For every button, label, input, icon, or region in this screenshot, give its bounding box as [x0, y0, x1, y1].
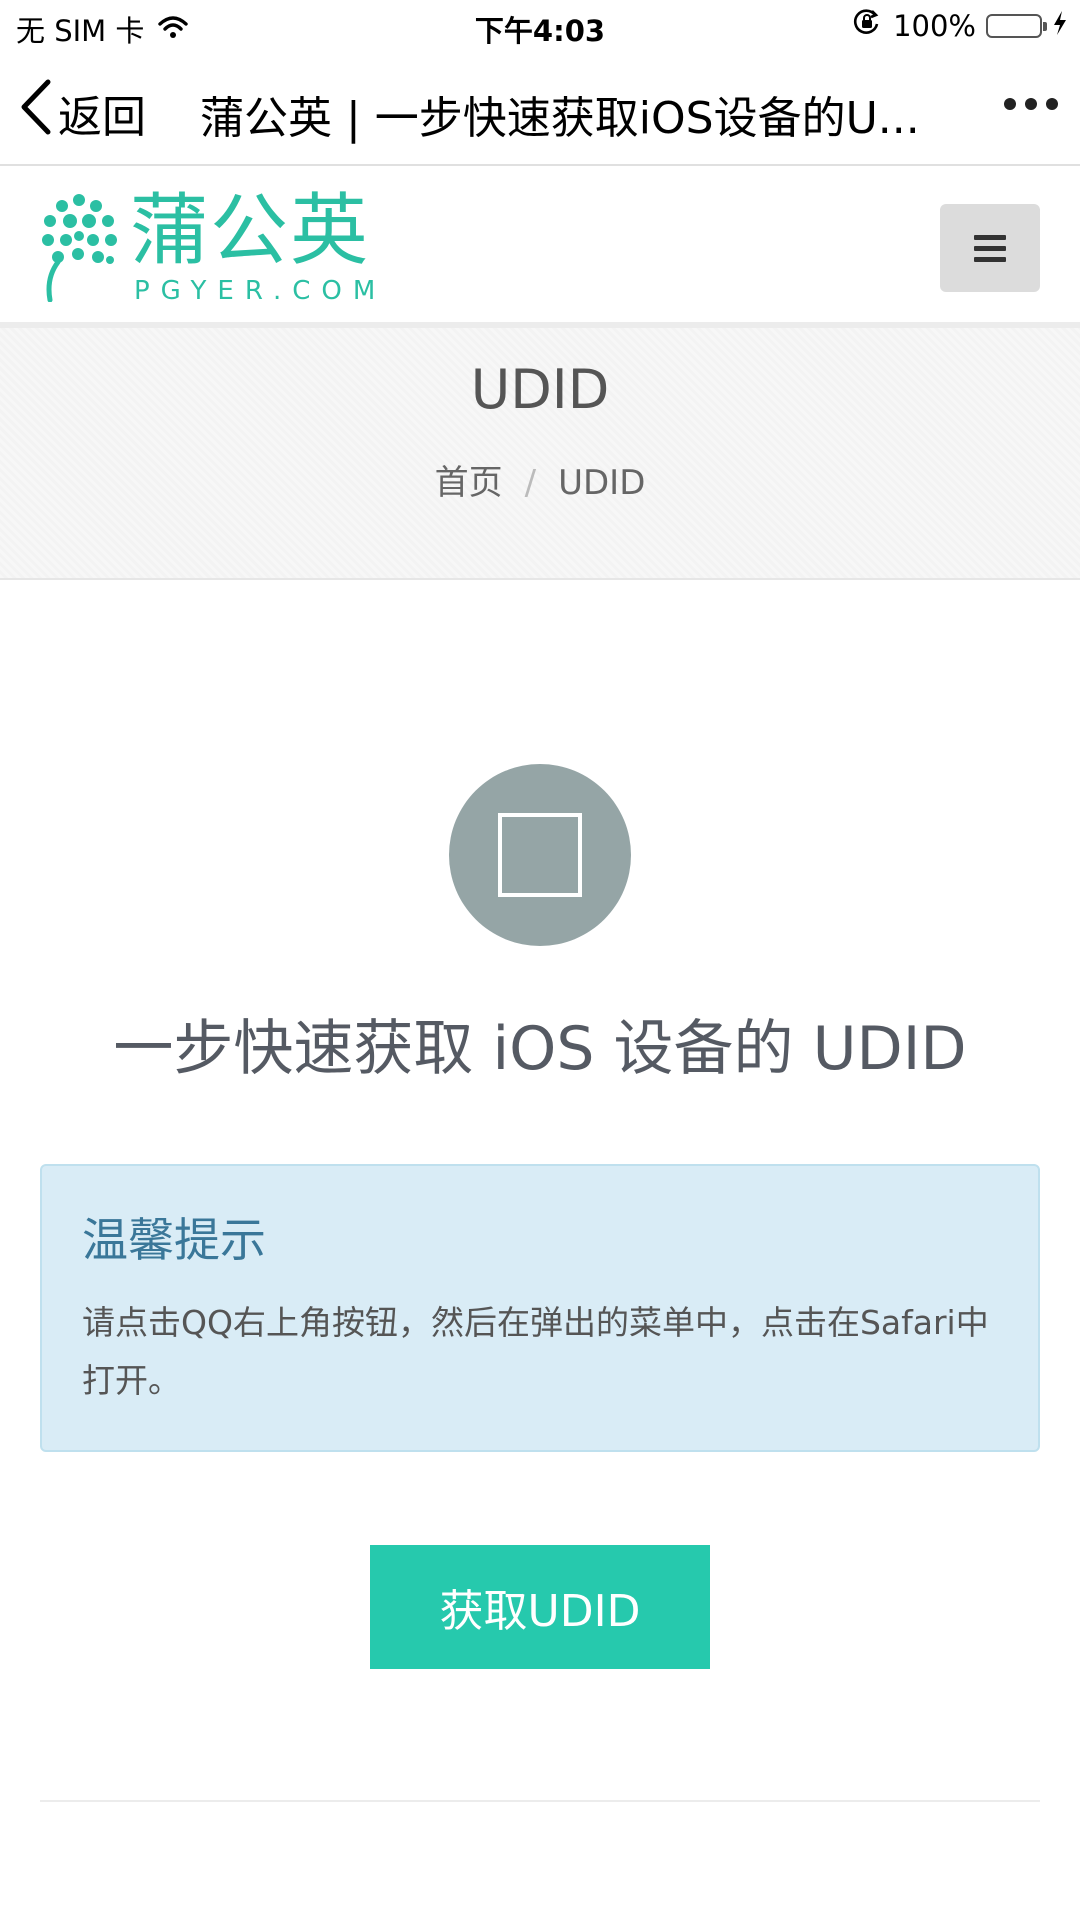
pgyer-logo[interactable]: 蒲公英 PGYER.COM: [38, 190, 386, 306]
more-dot: [1004, 98, 1016, 110]
device-icon: [449, 764, 631, 946]
status-right: 100%: [853, 8, 1068, 43]
hamburger-icon-line: [974, 256, 1006, 262]
page-banner: UDID 首页 / UDID: [0, 328, 1080, 580]
main-headline: 一步快速获取 iOS 设备的 UDID: [113, 1014, 967, 1084]
breadcrumb-separator: /: [524, 463, 537, 503]
breadcrumb-current: UDID: [558, 463, 646, 503]
square-icon: [498, 813, 582, 897]
site-header: 蒲公英 PGYER.COM: [0, 166, 1080, 328]
notice-title: 温馨提示: [82, 1213, 266, 1267]
status-bar: 无 SIM 卡 下午4:03 100%: [0, 0, 1080, 52]
nav-bar: 返回 蒲公英 | 一步快速获取iOS设备的U...: [0, 52, 1080, 166]
hamburger-icon-line: [974, 245, 1006, 251]
hamburger-icon-line: [974, 234, 1006, 240]
notice-body: 请点击QQ右上角按钮，然后在弹出的菜单中，点击在Safari中打开。: [82, 1303, 989, 1400]
logo-text: 蒲公英 PGYER.COM: [130, 190, 386, 306]
menu-toggle-button[interactable]: [940, 204, 1040, 292]
page-title: 蒲公英 | 一步快速获取iOS设备的U...: [200, 93, 920, 144]
charging-icon: [1052, 9, 1068, 43]
back-label: 返回: [58, 91, 146, 143]
chevron-left-icon: [18, 78, 58, 147]
divider: [40, 1800, 1040, 1802]
notice-box: 温馨提示 请点击QQ右上角按钮，然后在弹出的菜单中，点击在Safari中打开。: [40, 1164, 1040, 1452]
dandelion-logo-icon: [38, 190, 120, 306]
logo-english: PGYER.COM: [134, 276, 387, 306]
get-udid-button[interactable]: 获取UDID: [370, 1545, 710, 1669]
more-dot: [1025, 98, 1037, 110]
battery-icon: [986, 13, 1047, 38]
battery-percent: 100%: [893, 8, 976, 43]
logo-chinese: 蒲公英: [130, 186, 371, 276]
breadcrumb-home-link[interactable]: 首页: [435, 463, 503, 503]
more-options-button[interactable]: [1004, 98, 1058, 110]
breadcrumb: 首页 / UDID: [0, 455, 1080, 504]
back-button[interactable]: 返回: [18, 78, 146, 147]
more-dot: [1046, 98, 1058, 110]
banner-title: UDID: [470, 358, 610, 421]
rotation-lock-icon: [853, 8, 881, 43]
